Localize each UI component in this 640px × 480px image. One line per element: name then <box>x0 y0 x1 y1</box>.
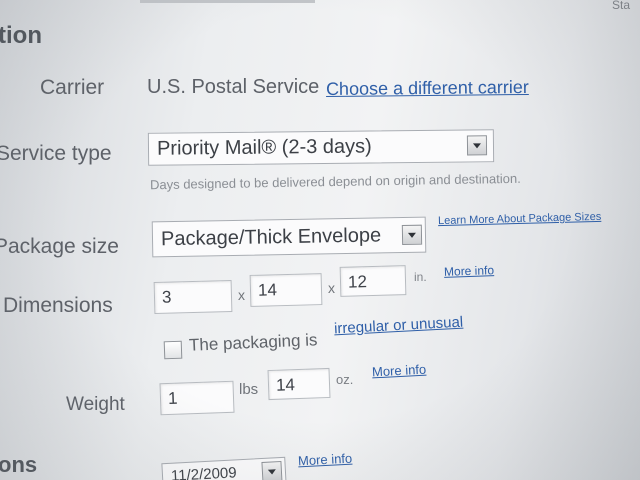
package-size-label: Package size <box>0 235 119 258</box>
dimension-separator: x <box>328 280 335 296</box>
dimension-length-input[interactable]: 3 <box>153 279 233 315</box>
section-heading: tion <box>0 22 42 49</box>
dimension-separator: x <box>238 287 245 303</box>
options-heading: ons <box>0 452 38 477</box>
weight-lbs-unit: lbs <box>239 381 259 398</box>
service-type-select[interactable]: Priority Mail® (2-3 days) <box>147 129 495 166</box>
shipping-form-screen: Sta tion Carrier U.S. Postal Service Cho… <box>0 0 640 480</box>
ship-date-more-info-link[interactable]: More info <box>298 451 353 469</box>
corner-text: Sta <box>612 0 631 12</box>
package-size-selected: Package/Thick Envelope <box>160 224 382 251</box>
irregular-packaging-checkbox[interactable] <box>163 340 183 360</box>
dimensions-more-info-link[interactable]: More info <box>444 263 494 279</box>
learn-more-package-sizes-link[interactable]: Learn More About Package Sizes <box>438 211 602 227</box>
service-type-hint: Days designed to be delivered depend on … <box>149 170 521 193</box>
choose-carrier-link[interactable]: Choose a different carrier <box>326 77 529 100</box>
dimension-unit: in. <box>414 270 427 284</box>
packaging-text: The packaging is <box>188 330 318 355</box>
irregular-packaging-link[interactable]: irregular or unusual <box>334 314 464 338</box>
weight-label: Weight <box>66 394 125 415</box>
ship-date-select[interactable]: 11/2/2009 <box>161 456 287 480</box>
chevron-down-icon[interactable] <box>401 224 423 246</box>
weight-oz-unit: oz. <box>336 372 354 387</box>
dimension-height-input[interactable]: 12 <box>339 265 407 297</box>
weight-more-info-link[interactable]: More info <box>372 362 427 380</box>
service-type-selected: Priority Mail® (2-3 days) <box>156 135 372 160</box>
top-input-edge <box>140 0 315 3</box>
carrier-value: U.S. Postal Service <box>147 76 320 98</box>
dimension-width-input[interactable]: 14 <box>249 273 323 307</box>
ship-date-selected: 11/2/2009 <box>170 464 238 480</box>
package-size-select[interactable]: Package/Thick Envelope <box>151 216 427 258</box>
chevron-down-icon[interactable] <box>261 460 283 480</box>
carrier-label: Carrier <box>40 76 105 99</box>
weight-oz-input[interactable]: 14 <box>267 367 331 401</box>
weight-lbs-input[interactable]: 1 <box>159 380 235 416</box>
service-type-label: Service type <box>0 142 112 165</box>
chevron-down-icon[interactable] <box>466 135 488 156</box>
dimensions-label: Dimensions <box>3 294 113 317</box>
